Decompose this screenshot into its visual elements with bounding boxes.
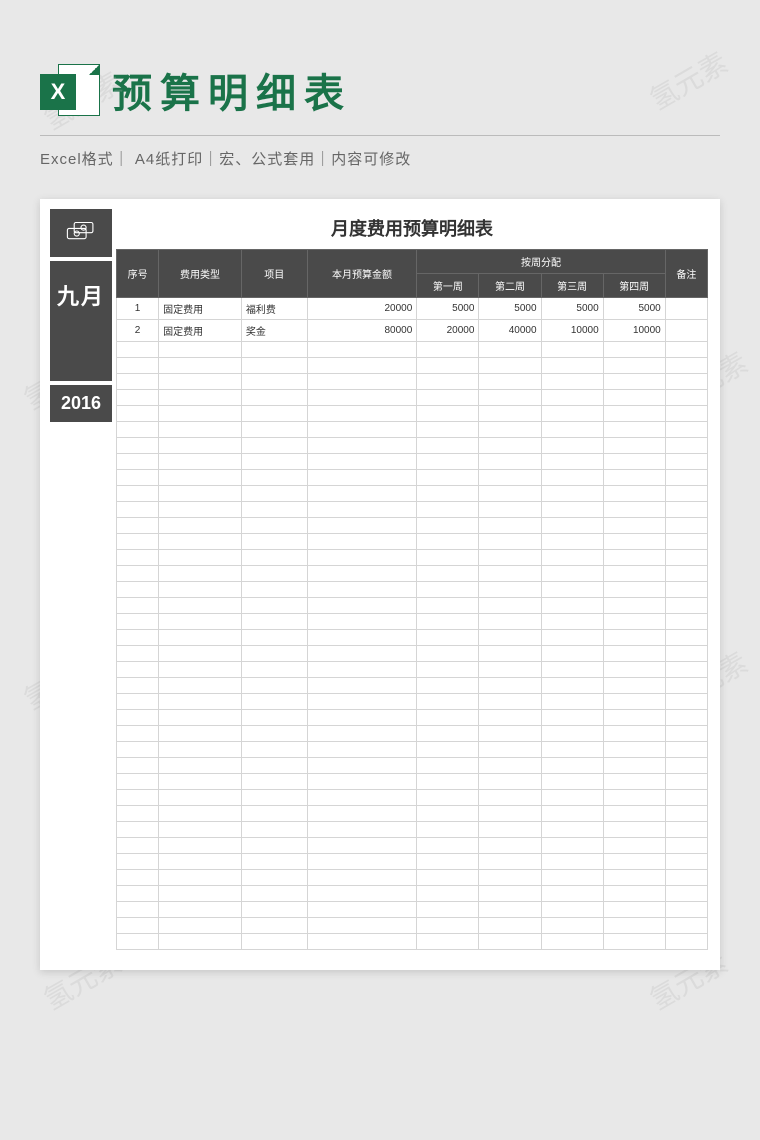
page-title: 预算明细表 [112, 61, 352, 119]
table-row [117, 534, 708, 550]
table-row [117, 774, 708, 790]
table-row [117, 630, 708, 646]
cell-type: 固定费用 [159, 298, 242, 320]
col-item: 项目 [241, 250, 307, 298]
table-row [117, 870, 708, 886]
cell-w4: 5000 [603, 298, 665, 320]
cell-remark [665, 320, 707, 342]
subtitle: Excel格式｜ A4纸打印｜宏、公式套用｜内容可修改 [40, 135, 720, 169]
table-row [117, 886, 708, 902]
table-row [117, 758, 708, 774]
table-row [117, 646, 708, 662]
col-week3: 第三周 [541, 274, 603, 298]
table-row [117, 454, 708, 470]
table-row [117, 902, 708, 918]
table-row [117, 822, 708, 838]
table-row [117, 662, 708, 678]
sidebar-year: 2016 [50, 385, 112, 422]
table-row [117, 566, 708, 582]
cell-item: 福利费 [241, 298, 307, 320]
cell-seq: 1 [117, 298, 159, 320]
table-area: 月度费用预算明细表 序号 费用类型 项目 本月预算金额 按周分配 备注 第一周 … [116, 209, 708, 950]
cell-budget: 20000 [307, 298, 417, 320]
table-row [117, 342, 708, 358]
table-row [117, 934, 708, 950]
header: X 预算明细表 [0, 0, 760, 135]
table-row: 2固定费用奖金8000020000400001000010000 [117, 320, 708, 342]
col-type: 费用类型 [159, 250, 242, 298]
cell-seq: 2 [117, 320, 159, 342]
table-row [117, 710, 708, 726]
table-row [117, 726, 708, 742]
table-row [117, 790, 708, 806]
cell-w1: 20000 [417, 320, 479, 342]
excel-x-badge: X [40, 74, 76, 110]
budget-table: 序号 费用类型 项目 本月预算金额 按周分配 备注 第一周 第二周 第三周 第四… [116, 249, 708, 950]
sidebar-month: 九月 [50, 261, 112, 381]
table-row: 1固定费用福利费200005000500050005000 [117, 298, 708, 320]
table-row [117, 358, 708, 374]
table-row [117, 438, 708, 454]
table-row [117, 550, 708, 566]
table-row [117, 390, 708, 406]
cell-w3: 5000 [541, 298, 603, 320]
table-row [117, 374, 708, 390]
cell-budget: 80000 [307, 320, 417, 342]
table-row [117, 406, 708, 422]
cell-w4: 10000 [603, 320, 665, 342]
cell-type: 固定费用 [159, 320, 242, 342]
table-row [117, 486, 708, 502]
excel-icon: X [40, 60, 100, 120]
col-week2: 第二周 [479, 274, 541, 298]
cell-remark [665, 298, 707, 320]
col-budget: 本月预算金额 [307, 250, 417, 298]
table-row [117, 470, 708, 486]
table-row [117, 806, 708, 822]
table-row [117, 518, 708, 534]
cell-item: 奖金 [241, 320, 307, 342]
sidebar: 九月 2016 [50, 209, 112, 950]
table-title: 月度费用预算明细表 [116, 209, 708, 249]
table-row [117, 838, 708, 854]
col-week4: 第四周 [603, 274, 665, 298]
sheet-preview: 九月 2016 月度费用预算明细表 序号 费用类型 项目 本月预算金额 按周分配… [40, 199, 720, 970]
cell-w3: 10000 [541, 320, 603, 342]
table-row [117, 742, 708, 758]
table-row [117, 422, 708, 438]
col-weekly-group: 按周分配 [417, 250, 665, 274]
table-row [117, 678, 708, 694]
cell-w2: 5000 [479, 298, 541, 320]
table-row [117, 918, 708, 934]
table-row [117, 502, 708, 518]
cell-w2: 40000 [479, 320, 541, 342]
col-seq: 序号 [117, 250, 159, 298]
table-row [117, 598, 708, 614]
col-remark: 备注 [665, 250, 707, 298]
table-row [117, 614, 708, 630]
table-row [117, 854, 708, 870]
col-week1: 第一周 [417, 274, 479, 298]
money-icon [50, 209, 112, 257]
cell-w1: 5000 [417, 298, 479, 320]
table-row [117, 694, 708, 710]
table-row [117, 582, 708, 598]
